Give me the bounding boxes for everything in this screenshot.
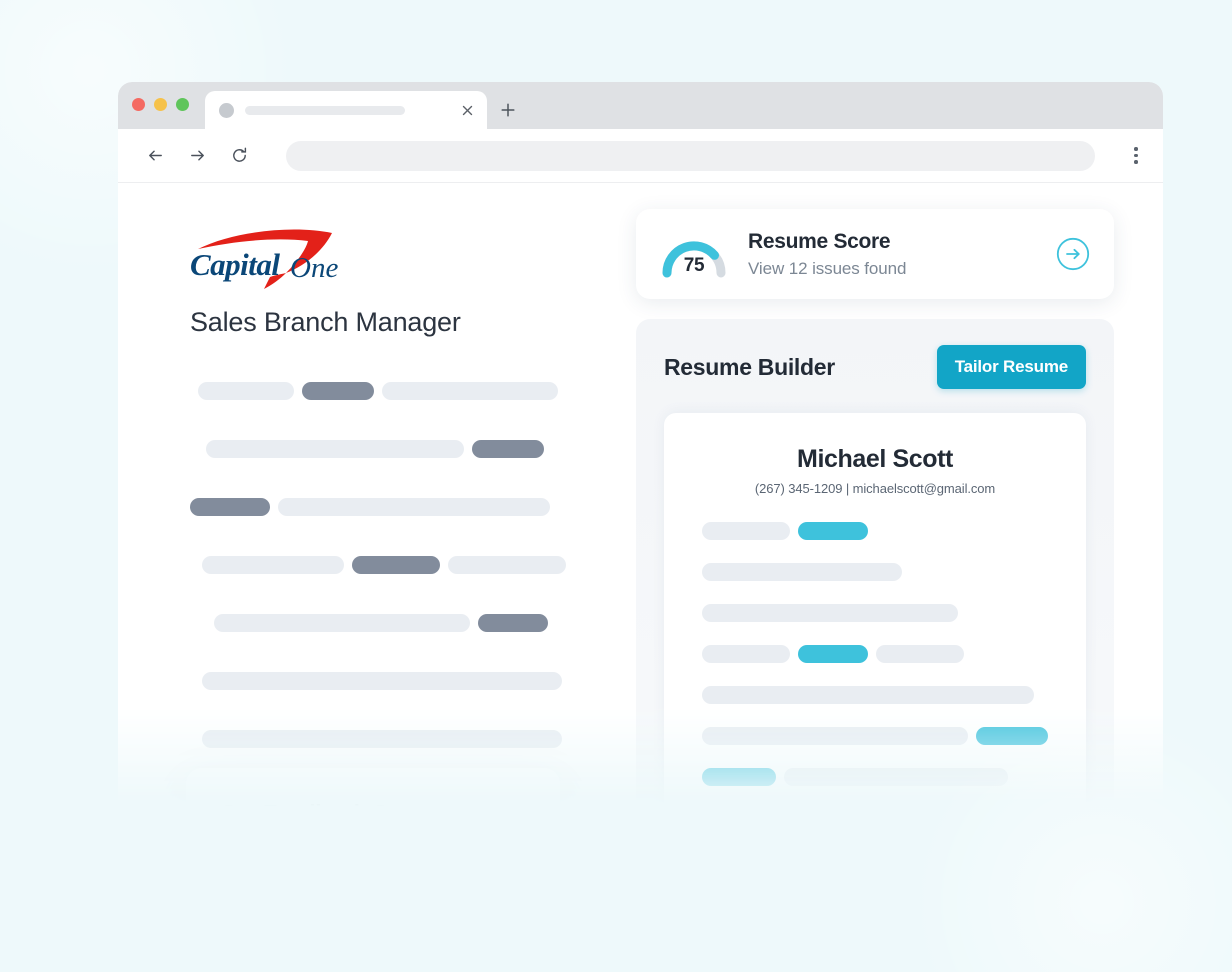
resume-content-skeleton	[702, 522, 1048, 806]
arrow-right-circle-icon[interactable]	[1056, 237, 1090, 271]
skeleton-bar	[798, 645, 868, 663]
capital-one-logo: Capital One	[190, 227, 350, 289]
skeleton-row	[702, 768, 1048, 786]
skeleton-bar	[352, 556, 440, 574]
skeleton-row	[702, 522, 1048, 540]
resume-builder-title: Resume Builder	[664, 353, 835, 380]
skeleton-row	[198, 382, 618, 400]
resume-score-title: Resume Score	[748, 230, 891, 254]
svg-text:One: One	[290, 252, 338, 284]
skeleton-bar	[278, 498, 550, 516]
skeleton-bar	[202, 730, 562, 748]
maximize-window-button[interactable]	[176, 98, 189, 111]
resume-panel: 75 Resume Score View 12 issues found Res…	[618, 183, 1163, 806]
job-description-skeleton	[190, 382, 618, 788]
resume-builder-header: Resume Builder Tailor Resume	[664, 345, 1086, 389]
kebab-menu-icon[interactable]	[1125, 143, 1147, 169]
arrow-right-icon[interactable]	[186, 145, 208, 167]
resume-score-subtitle: View 12 issues found	[748, 258, 907, 278]
resume-candidate-name: Michael Scott	[797, 445, 953, 473]
tab-title-placeholder	[245, 105, 405, 115]
skeleton-row	[702, 645, 1048, 663]
browser-tab[interactable]	[205, 91, 487, 129]
browser-toolbar	[118, 129, 1163, 183]
close-window-button[interactable]	[132, 98, 145, 111]
get-feedback-card: Get Feedback On Content Strength	[186, 768, 560, 806]
skeleton-bar	[784, 768, 1008, 786]
skeleton-row	[206, 440, 618, 458]
skeleton-bar	[448, 556, 566, 574]
skeleton-row	[202, 730, 618, 748]
skeleton-bar	[302, 382, 374, 400]
skeleton-bar	[478, 614, 548, 632]
browser-tabstrip	[118, 82, 1163, 129]
skeleton-row	[214, 614, 618, 632]
minimize-window-button[interactable]	[154, 98, 167, 111]
skeleton-bar	[206, 440, 464, 458]
skeleton-bar	[976, 727, 1048, 745]
skeleton-bar	[702, 686, 1034, 704]
tailor-resume-button[interactable]: Tailor Resume	[936, 345, 1086, 389]
skeleton-bar	[202, 556, 344, 574]
arrow-left-icon[interactable]	[144, 145, 166, 167]
skeleton-bar	[472, 440, 544, 458]
skeleton-bar	[702, 645, 790, 663]
plus-icon[interactable]	[497, 99, 519, 121]
skeleton-row	[702, 727, 1048, 745]
skeleton-row	[190, 498, 618, 516]
skeleton-row	[702, 604, 1048, 622]
skeleton-bar	[702, 604, 958, 622]
skeleton-bar	[798, 522, 868, 540]
skeleton-row	[702, 686, 1048, 704]
resume-contact-info: (267) 345-1209 | michaelscott@gmail.com	[754, 481, 996, 496]
skeleton-bar	[702, 522, 790, 540]
skeleton-row	[202, 672, 618, 690]
browser-window: Capital One Sales Branch Manager 75 Resu…	[118, 82, 1163, 806]
get-feedback-title: Get Feedback On	[220, 800, 528, 806]
resume-score-gauge: 75	[658, 229, 730, 279]
skeleton-row	[202, 556, 618, 574]
address-bar[interactable]	[286, 140, 1095, 171]
skeleton-bar	[382, 382, 558, 400]
skeleton-bar	[190, 498, 270, 516]
skeleton-bar	[198, 382, 294, 400]
resume-document: Michael Scott (267) 345-1209 | michaelsc…	[664, 413, 1086, 806]
svg-text:Capital: Capital	[190, 247, 280, 282]
skeleton-bar	[702, 563, 902, 581]
page-title: Sales Branch Manager	[190, 307, 461, 337]
resume-score-card[interactable]: 75 Resume Score View 12 issues found	[636, 209, 1114, 299]
app-page: Capital One Sales Branch Manager 75 Resu…	[118, 183, 1163, 806]
job-description-panel: Capital One Sales Branch Manager	[118, 183, 618, 806]
favicon-placeholder-icon	[219, 102, 234, 118]
close-icon[interactable]	[459, 102, 475, 118]
skeleton-bar	[876, 645, 964, 663]
skeleton-bar	[702, 727, 968, 745]
resume-builder-panel: Resume Builder Tailor Resume Michael Sco…	[636, 319, 1114, 806]
reload-icon[interactable]	[228, 145, 250, 167]
skeleton-row	[702, 563, 1048, 581]
skeleton-bar	[202, 672, 562, 690]
window-controls	[132, 82, 189, 129]
skeleton-bar	[702, 768, 776, 786]
skeleton-bar	[214, 614, 470, 632]
resume-score-value: 75	[683, 255, 705, 276]
